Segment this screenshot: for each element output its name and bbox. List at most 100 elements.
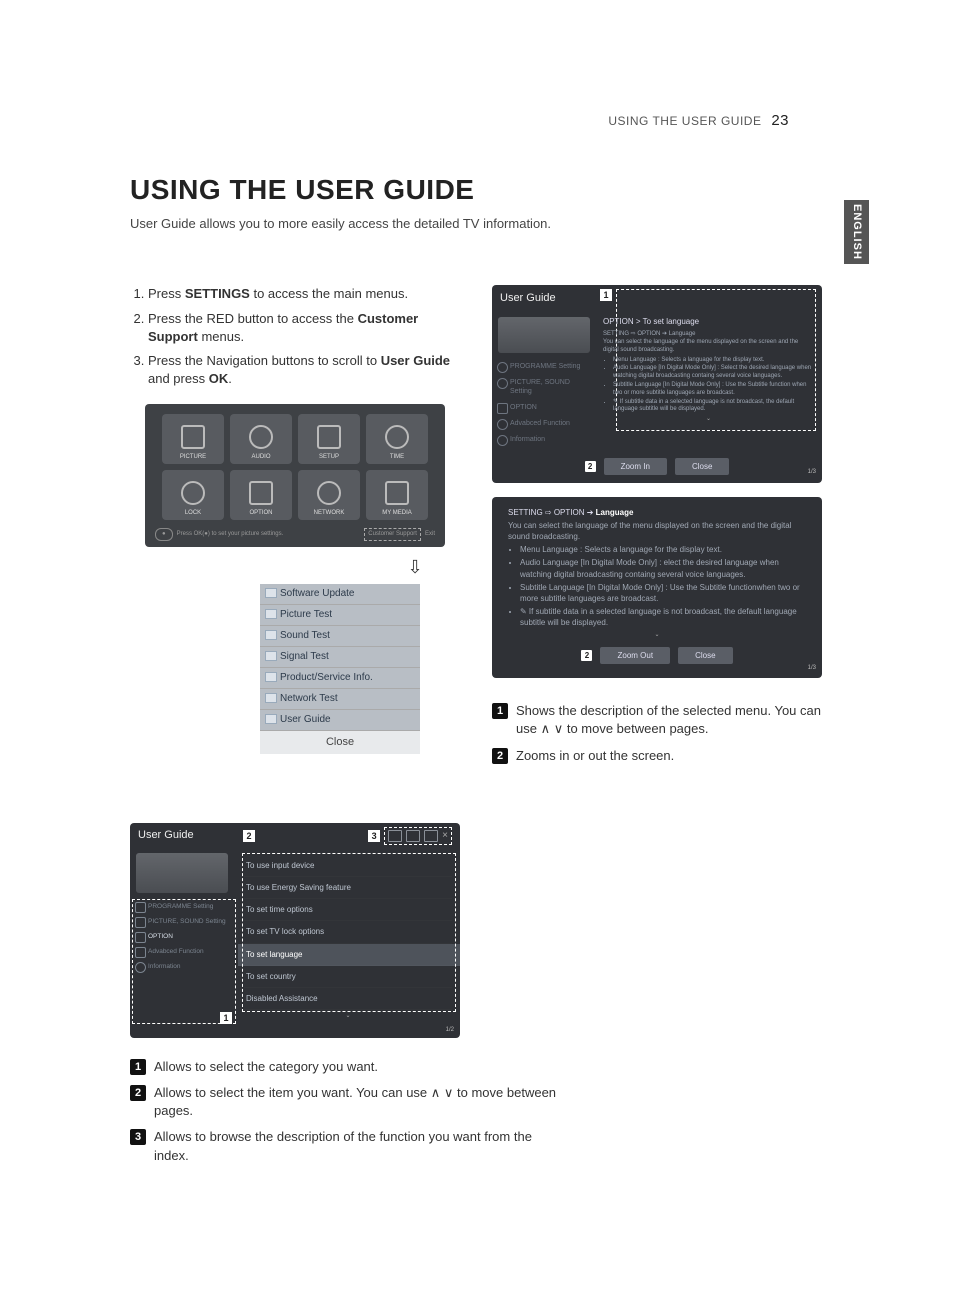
index-sidebar: PROGRAMME Setting PICTURE, SOUND Setting… (130, 849, 238, 1027)
left-annotations: 1 Allows to select the category you want… (130, 1058, 560, 1165)
guide-bullets: Menu Language : Selects a language for t… (613, 357, 814, 415)
item-time-options[interactable]: To set time options (244, 899, 452, 921)
tile-setup[interactable]: SETUP (298, 414, 360, 464)
header-icon-strip: × (384, 827, 452, 845)
page: USING THE USER GUIDE 23 ENGLISH USING TH… (0, 0, 954, 1291)
running-head-title: USING THE USER GUIDE (608, 114, 761, 128)
menu-network-test[interactable]: Network Test (260, 689, 420, 710)
list-icon[interactable] (388, 830, 402, 842)
index-header: User Guide 2 3 × (130, 823, 460, 849)
back-icon[interactable] (424, 830, 438, 842)
callout-2c: 2 (243, 830, 255, 842)
callout-1b: 1 (220, 1012, 232, 1024)
side-picture-sound[interactable]: PICTURE, SOUND Setting (492, 375, 597, 401)
tile-option[interactable]: OPTION (230, 470, 292, 520)
hint-text: Press OK(●) to set your picture settings… (177, 530, 284, 538)
left-annotation-1: 1 Allows to select the category you want… (130, 1058, 560, 1076)
item-tv-lock[interactable]: To set TV lock options (244, 921, 452, 943)
zoomed-footer: 2 Zoom Out Close (508, 639, 806, 672)
tile-picture[interactable]: PICTURE (162, 414, 224, 464)
tile-time[interactable]: TIME (366, 414, 428, 464)
cat-information[interactable]: Information (130, 959, 238, 974)
user-guide-zoomed-panel: SETTING ⇨ OPTION ➔ Language You can sele… (492, 497, 822, 678)
menu-software-update[interactable]: Software Update (260, 584, 420, 605)
callout-2a: 2 (585, 461, 596, 472)
index-body: PROGRAMME Setting PICTURE, SOUND Setting… (130, 849, 460, 1027)
side-advanced[interactable]: Advabced Function (492, 416, 597, 432)
menu-sound-test[interactable]: Sound Test (260, 626, 420, 647)
callout-3: 3 (368, 830, 380, 842)
close-button[interactable]: Close (678, 647, 732, 664)
guide-main: OPTION > To set language SETTING ⇨ OPTIO… (597, 311, 822, 454)
hint-line: ● Press OK(●) to set your picture settin… (155, 528, 435, 540)
cat-picture-sound[interactable]: PICTURE, SOUND Setting (130, 914, 238, 929)
close-button[interactable]: Close (675, 458, 729, 475)
right-annotations: 1 Shows the description of the selected … (492, 702, 822, 765)
chevron-down-icon: ⌄ (603, 416, 814, 424)
callout-2b: 2 (581, 650, 592, 661)
guide-desc: SETTING ⇨ OPTION ➔ Language You can sele… (603, 331, 814, 414)
step-2: Press the RED button to access the Custo… (148, 310, 460, 346)
guide-breadcrumb: OPTION > To set language (603, 317, 814, 327)
menu-product-service-info[interactable]: Product/Service Info. (260, 668, 420, 689)
page-number: 23 (771, 112, 789, 129)
side-information[interactable]: Information (492, 432, 597, 448)
index-title: User Guide (138, 828, 243, 843)
two-columns: Press SETTINGS to access the main menus.… (130, 285, 869, 772)
tile-audio[interactable]: AUDIO (230, 414, 292, 464)
guide-preview (498, 317, 590, 353)
folder-icon[interactable] (406, 830, 420, 842)
left-annotation-3: 3 Allows to browse the description of th… (130, 1128, 560, 1164)
zoomed-breadcrumb: SETTING ⇨ OPTION ➔ Language (508, 507, 806, 518)
exit-hint: Exit (425, 530, 435, 538)
left-annotation-2: 2 Allows to select the item you want. Yo… (130, 1084, 560, 1120)
right-annotation-1: 1 Shows the description of the selected … (492, 702, 822, 738)
guide-footer: 2 Zoom In Close (492, 454, 822, 483)
chevron-down-icon: ⌄ (244, 1012, 452, 1020)
language-tab: ENGLISH (844, 200, 869, 264)
customer-support-menu: Software Update Picture Test Sound Test … (260, 584, 420, 754)
item-energy-saving[interactable]: To use Energy Saving feature (244, 877, 452, 899)
index-pagecount: 1/2 (130, 1026, 460, 1037)
chevron-down-icon: ⌄ (508, 631, 806, 639)
ok-key-icon: ● (155, 528, 173, 540)
tile-network[interactable]: NETWORK (298, 470, 360, 520)
tv-settings-panel: PICTURE AUDIO SETUP TIME LOCK OPTION NET… (145, 404, 445, 546)
zoom-in-button[interactable]: Zoom In (604, 458, 667, 475)
guide-body: PROGRAMME Setting PICTURE, SOUND Setting… (492, 311, 822, 454)
zoomed-bullets: Menu Language : Selects a language for t… (520, 544, 806, 628)
menu-picture-test[interactable]: Picture Test (260, 605, 420, 626)
zoomed-main-text: You can select the language of the menu … (508, 520, 806, 542)
side-option[interactable]: OPTION (492, 400, 597, 416)
menu-user-guide[interactable]: User Guide (260, 710, 420, 731)
item-set-language[interactable]: To set language (238, 944, 460, 966)
page-title: USING THE USER GUIDE (130, 170, 869, 209)
item-input-device[interactable]: To use input device (244, 855, 452, 877)
user-guide-index-panel: User Guide 2 3 × PROGRAMME Setting PICTU… (130, 823, 460, 1038)
callout-1: 1 (600, 289, 612, 301)
item-disabled-assistance[interactable]: Disabled Assistance (244, 988, 452, 1010)
tile-mymedia[interactable]: MY MEDIA (366, 470, 428, 520)
menu-close[interactable]: Close (260, 731, 420, 754)
guide-title: User Guide (500, 291, 556, 306)
index-main: To use input device To use Energy Saving… (238, 849, 460, 1027)
zoomed-pagecount: 1/3 (808, 664, 816, 672)
step-1: Press SETTINGS to access the main menus. (148, 285, 460, 303)
side-programme[interactable]: PROGRAMME Setting (492, 359, 597, 375)
running-head: USING THE USER GUIDE 23 (608, 110, 789, 131)
steps-list: Press SETTINGS to access the main menus.… (130, 285, 460, 388)
column-right: User Guide 1 PROGRAMME Setting PICTURE, … (492, 285, 822, 772)
menu-signal-test[interactable]: Signal Test (260, 647, 420, 668)
customer-support-hint: Customer Support (364, 528, 421, 540)
down-arrow-icon: ⇩ (370, 555, 460, 580)
zoom-out-button[interactable]: Zoom Out (600, 647, 670, 664)
tile-lock[interactable]: LOCK (162, 470, 224, 520)
intro-text: User Guide allows you to more easily acc… (130, 215, 869, 233)
close-icon[interactable]: × (442, 829, 448, 843)
step-3: Press the Navigation buttons to scroll t… (148, 352, 460, 388)
item-set-country[interactable]: To set country (244, 966, 452, 988)
cat-option[interactable]: OPTION (130, 929, 238, 944)
cat-programme[interactable]: PROGRAMME Setting (130, 899, 238, 914)
cat-advanced[interactable]: Advabced Function (130, 944, 238, 959)
column-left: Press SETTINGS to access the main menus.… (130, 285, 460, 772)
